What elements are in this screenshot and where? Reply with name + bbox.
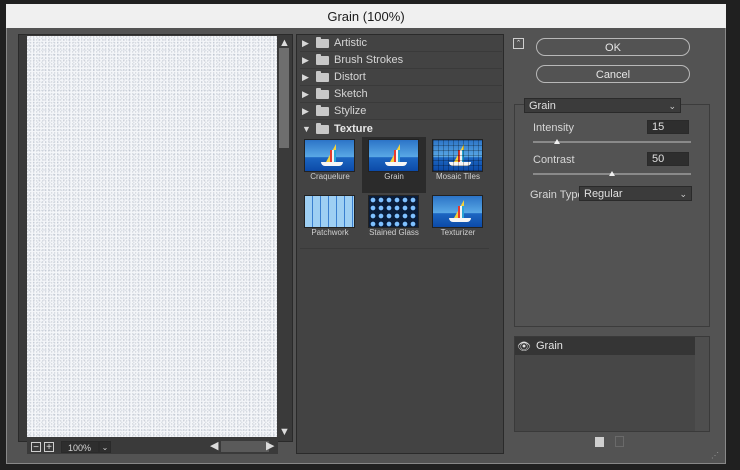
expand-triangle-icon[interactable]: ▶ [302, 38, 310, 49]
scroll-down-arrow-icon[interactable]: ▼ [279, 427, 290, 438]
chevron-down-icon: ⌄ [679, 189, 687, 199]
category-brush-strokes[interactable]: ▶ Brush Strokes [300, 52, 502, 69]
layers-scrollbar[interactable] [695, 337, 709, 431]
category-label: Texture [334, 123, 373, 135]
expand-triangle-icon[interactable]: ▶ [302, 89, 310, 100]
texture-divider [300, 248, 489, 249]
category-label: Brush Strokes [334, 54, 404, 66]
filter-label: Mosaic Tiles [435, 172, 480, 181]
filter-label: Craquelure [310, 172, 350, 181]
folder-icon [316, 104, 329, 116]
intensity-label: Intensity [533, 122, 574, 134]
filter-settings-panel [514, 104, 710, 327]
filter-thumb-mosaic-tiles[interactable]: Mosaic Tiles [426, 137, 490, 193]
folder-icon [316, 53, 329, 65]
category-label: Stylize [334, 105, 367, 117]
grain-type-value: Regular [584, 188, 623, 200]
intensity-slider-handle[interactable] [553, 139, 560, 144]
category-texture[interactable]: ▼ Texture [300, 121, 502, 137]
visibility-eye-icon[interactable]: 👁 [515, 340, 533, 353]
expand-triangle-icon[interactable]: ▶ [302, 72, 310, 83]
patchwork-preview [304, 195, 355, 228]
window-titlebar: Grain (100%) [6, 4, 726, 28]
filter-thumb-patchwork[interactable]: Patchwork [298, 193, 362, 249]
folder-icon [316, 122, 329, 134]
expand-triangle-icon[interactable]: ▶ [302, 106, 310, 117]
mosaic-tiles-preview [432, 139, 483, 172]
new-effect-layer-icon[interactable] [595, 437, 604, 447]
scroll-left-arrow-icon[interactable]: ◀ [210, 441, 218, 452]
collapse-triangle-icon[interactable]: ▼ [302, 124, 311, 134]
effect-layer-grain[interactable]: 👁 Grain [515, 337, 695, 355]
folder-icon [316, 70, 329, 82]
contrast-slider-handle[interactable] [609, 171, 615, 176]
preview-image[interactable] [27, 36, 277, 437]
scroll-up-arrow-icon[interactable]: ▲ [279, 38, 290, 49]
preview-horizontal-scroll-thumb[interactable] [221, 441, 269, 452]
filter-label: Texturizer [440, 228, 476, 237]
window-title: Grain (100%) [327, 8, 405, 24]
filter-thumb-texturizer[interactable]: Texturizer [426, 193, 490, 249]
filter-label: Stained Glass [369, 228, 419, 237]
cancel-button[interactable]: Cancel [536, 65, 690, 83]
grain-preview [368, 139, 419, 172]
resize-grip-icon[interactable]: ⋰ [711, 451, 719, 460]
zoom-in-button[interactable]: + [44, 442, 54, 453]
filter-thumb-stained-glass[interactable]: Stained Glass [362, 193, 426, 249]
collapse-gallery-icon[interactable]: ⌃ [513, 38, 524, 49]
folder-icon [316, 36, 329, 48]
zoom-level-field[interactable]: 100% [61, 441, 99, 453]
filter-label: Grain [384, 172, 404, 181]
category-stylize[interactable]: ▶ Stylize [300, 103, 502, 120]
category-distort[interactable]: ▶ Distort [300, 69, 502, 86]
scroll-right-arrow-icon[interactable]: ▶ [266, 441, 274, 452]
folder-icon [316, 87, 329, 99]
preview-vertical-scroll-thumb[interactable] [279, 48, 289, 148]
category-artistic[interactable]: ▶ Artistic [300, 35, 502, 52]
stained-glass-preview [368, 195, 419, 228]
zoom-out-button[interactable]: − [31, 442, 41, 453]
filter-select-value: Grain [529, 100, 556, 112]
layer-label: Grain [536, 340, 563, 352]
contrast-label: Contrast [533, 154, 575, 166]
filter-thumb-grain[interactable]: Grain [362, 137, 426, 193]
intensity-field[interactable]: 15 [647, 120, 689, 134]
ok-button[interactable]: OK [536, 38, 690, 56]
contrast-field[interactable]: 50 [647, 152, 689, 166]
grain-type-select[interactable]: Regular ⌄ [579, 186, 692, 201]
chevron-down-icon: ⌄ [668, 101, 676, 111]
category-label: Distort [334, 71, 366, 83]
filter-label: Patchwork [311, 228, 349, 237]
filter-select[interactable]: Grain ⌄ [524, 98, 681, 113]
filter-thumb-craquelure[interactable]: Craquelure [298, 137, 362, 193]
expand-triangle-icon[interactable]: ▶ [302, 55, 310, 66]
category-label: Artistic [334, 37, 367, 49]
category-sketch[interactable]: ▶ Sketch [300, 86, 502, 103]
texturizer-preview [432, 195, 483, 228]
zoom-dropdown-chevron-icon[interactable]: ⌄ [99, 441, 111, 453]
delete-effect-layer-icon[interactable] [615, 436, 624, 447]
craquelure-preview [304, 139, 355, 172]
category-label: Sketch [334, 88, 368, 100]
